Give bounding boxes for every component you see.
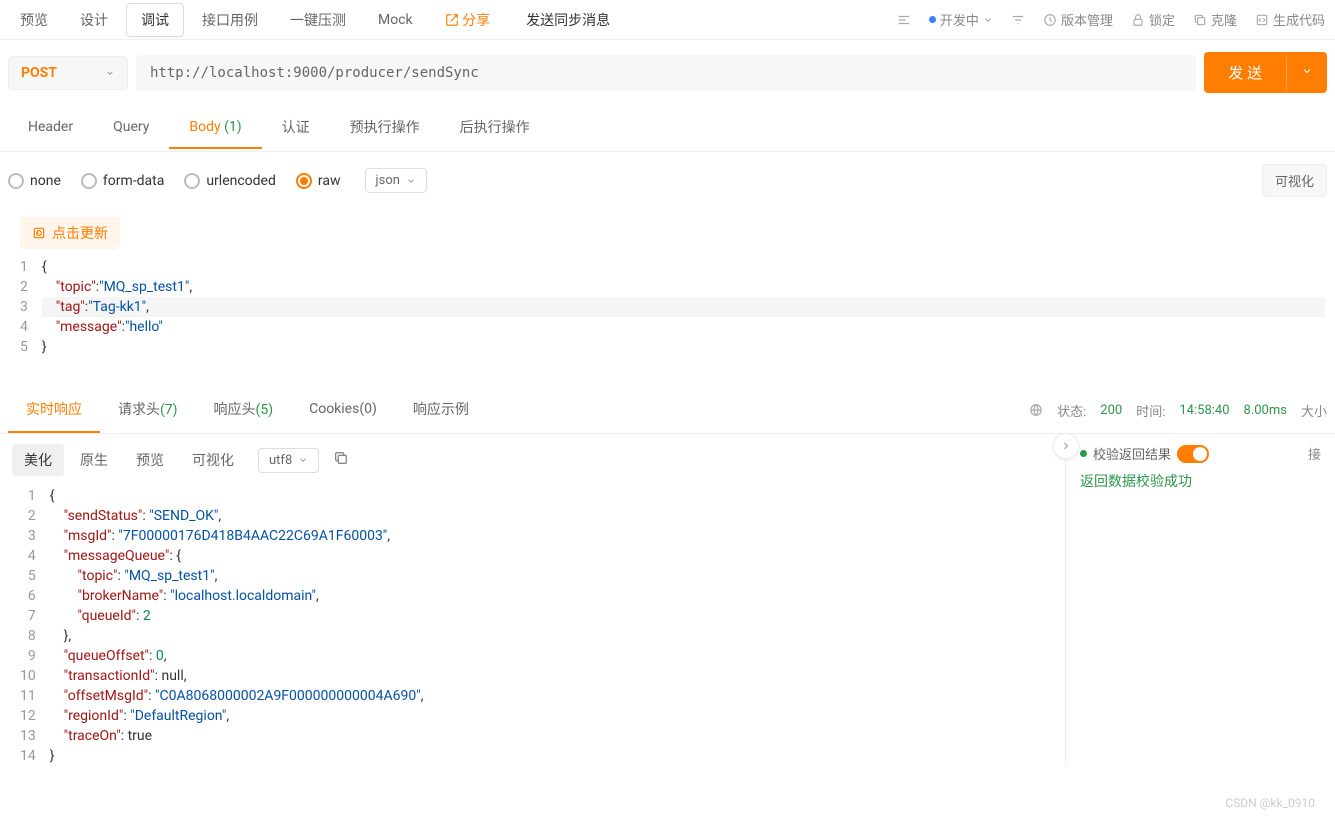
preview-button[interactable]: 预览 (124, 444, 176, 476)
chevron-down-icon (105, 68, 115, 78)
share-icon (445, 13, 459, 27)
collapse-side-button[interactable] (1053, 433, 1079, 459)
code-icon (1255, 13, 1269, 27)
clone-button[interactable]: 克隆 (1187, 6, 1243, 33)
gen-code-button[interactable]: 生成代码 (1249, 6, 1331, 33)
lock-icon (1131, 13, 1145, 27)
top-tab-bar: 预览 设计 调试 接口用例 一键压测 Mock 分享 发送同步消息 开发中 版本… (0, 0, 1335, 40)
request-body-editor[interactable]: 12345 { "topic":"MQ_sp_test1", "tag":"Ta… (0, 257, 1335, 357)
response-toolbar: 美化 原生 预览 可视化 utf8 (0, 434, 1065, 486)
validation-label: 校验返回结果 (1093, 444, 1171, 463)
gutter: 12345 (0, 257, 42, 357)
radio-raw[interactable]: raw (296, 173, 341, 189)
response-body: 美化 原生 预览 可视化 utf8 1234567891011121314 { … (0, 434, 1335, 766)
radio-none[interactable]: none (8, 173, 61, 189)
visualize-resp-button[interactable]: 可视化 (180, 444, 246, 476)
method-label: POST (21, 65, 57, 81)
copy-button[interactable] (333, 450, 349, 470)
lock-button[interactable]: 锁定 (1125, 6, 1181, 33)
tab-auth[interactable]: 认证 (262, 105, 330, 151)
tab-design[interactable]: 设计 (66, 4, 122, 36)
clock-icon (1043, 13, 1057, 27)
validation-toggle[interactable] (1177, 445, 1209, 463)
refresh-icon (32, 226, 46, 240)
watermark: CSDN @kk_0910 (1225, 796, 1315, 810)
time-label: 时间: (1136, 401, 1165, 420)
dev-status[interactable]: 开发中 (923, 6, 999, 33)
status-code: 200 (1100, 403, 1122, 418)
response-tabs: 实时响应 请求头(7) 响应头(5) Cookies(0) 响应示例 状态: 2… (0, 387, 1335, 434)
status-label: 状态: (1057, 401, 1086, 420)
send-button[interactable]: 发 送 (1204, 52, 1327, 93)
tab-preview[interactable]: 预览 (6, 4, 62, 36)
clone-icon (1193, 13, 1207, 27)
globe-icon (1029, 403, 1043, 417)
method-select[interactable]: POST (8, 56, 128, 90)
tab-post-exec[interactable]: 后执行操作 (440, 105, 550, 151)
valid-dot-icon (1080, 450, 1087, 457)
url-input[interactable] (136, 55, 1196, 91)
beautify-button[interactable]: 美化 (12, 444, 64, 476)
radio-urlencoded[interactable]: urlencoded (184, 173, 276, 189)
send-dropdown[interactable] (1286, 55, 1327, 91)
validation-message: 返回数据校验成功 (1080, 471, 1321, 491)
format-select[interactable]: json (365, 168, 427, 193)
time-value: 14:58:40 (1179, 403, 1229, 418)
duration-value: 8.00ms (1244, 403, 1287, 418)
tab-resp-headers[interactable]: 响应头(5) (196, 387, 292, 433)
response-editor[interactable]: 1234567891011121314 { "sendStatus": "SEN… (0, 486, 1065, 766)
radio-form-data[interactable]: form-data (81, 173, 164, 189)
tab-share[interactable]: 分享 (431, 4, 504, 36)
tab-pre-exec[interactable]: 预执行操作 (330, 105, 440, 151)
tab-cookies[interactable]: Cookies(0) (291, 389, 395, 431)
tab-realtime-response[interactable]: 实时响应 (8, 387, 100, 433)
encoding-select[interactable]: utf8 (258, 448, 319, 473)
body-type-row: none form-data urlencoded raw json 可视化 (0, 152, 1335, 209)
version-button[interactable]: 版本管理 (1037, 6, 1119, 33)
status-dot-icon (929, 16, 936, 23)
tab-header[interactable]: Header (8, 107, 93, 149)
page-title: 发送同步消息 (526, 10, 610, 30)
tab-mock[interactable]: Mock (364, 6, 427, 34)
tab-api-case[interactable]: 接口用例 (188, 4, 272, 36)
size-label: 大小 (1301, 401, 1327, 420)
sort-icon[interactable] (1005, 9, 1031, 31)
tab-debug[interactable]: 调试 (126, 3, 184, 37)
tab-req-headers[interactable]: 请求头(7) (100, 387, 196, 433)
refresh-button[interactable]: 点击更新 (20, 217, 120, 249)
tab-resp-example[interactable]: 响应示例 (395, 387, 487, 433)
tab-pressure[interactable]: 一键压测 (276, 4, 360, 36)
tab-body[interactable]: Body (1) (169, 107, 261, 149)
raw-button[interactable]: 原生 (68, 444, 120, 476)
tab-query[interactable]: Query (93, 107, 169, 149)
visualize-button[interactable]: 可视化 (1262, 164, 1327, 197)
url-bar: POST 发 送 (0, 40, 1335, 105)
request-tabs: Header Query Body (1) 认证 预执行操作 后执行操作 (0, 105, 1335, 152)
ext-button[interactable]: 接 (1308, 444, 1321, 463)
gutter: 1234567891011121314 (0, 486, 50, 766)
bars-icon[interactable] (891, 9, 917, 31)
